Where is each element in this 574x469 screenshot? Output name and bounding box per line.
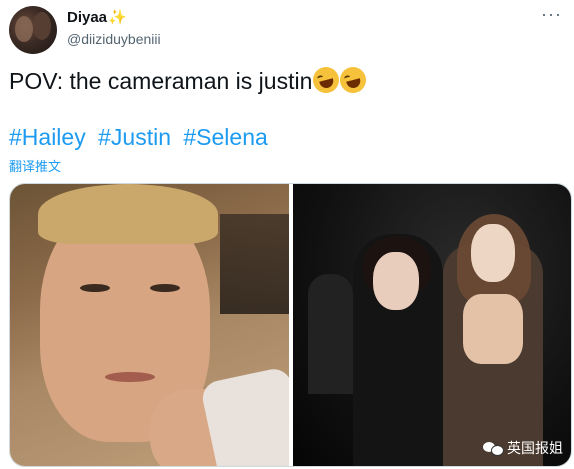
hashtag-justin[interactable]: #Justin — [98, 124, 171, 150]
hashtag-list: #Hailey #Justin #Selena — [9, 124, 274, 151]
phone-shape — [199, 365, 289, 466]
photo-shape — [308, 274, 353, 394]
avatar-shape — [33, 12, 51, 40]
author-handle[interactable]: @diiziduybeniii — [67, 31, 161, 47]
watermark-text: 英国报姐 — [507, 440, 563, 456]
tweet-text: POV: the cameraman is justin — [9, 64, 370, 96]
media-grid: 英国报姐 — [9, 183, 572, 467]
laughing-emoji-icon — [310, 64, 343, 96]
photo-shape — [105, 372, 155, 382]
avatar[interactable] — [9, 6, 57, 54]
photo-shape — [150, 284, 180, 292]
photo-shape — [373, 252, 419, 310]
hashtag-hailey[interactable]: #Hailey — [9, 124, 86, 150]
translate-tweet-link[interactable]: 翻译推文 — [9, 156, 61, 175]
hashtag-selena[interactable]: #Selena — [183, 124, 267, 150]
laughing-emoji-icon — [337, 64, 370, 96]
wechat-icon — [483, 441, 504, 456]
more-options-button[interactable]: ··· — [541, 4, 562, 25]
tweet-body: POV: the cameraman is justin — [9, 68, 313, 94]
author-name[interactable]: Diyaa✨ — [67, 8, 127, 26]
photo-right[interactable]: 英国报姐 — [293, 184, 571, 466]
photo-shape — [463, 294, 523, 364]
avatar-shape — [15, 16, 33, 42]
photo-shape — [80, 284, 110, 292]
sparkle-icon: ✨ — [108, 9, 127, 26]
photo-left[interactable] — [10, 184, 289, 466]
display-name[interactable]: Diyaa — [67, 9, 107, 26]
photo-shape — [471, 224, 515, 282]
photo-shape — [38, 184, 218, 244]
photo-shape — [220, 214, 289, 314]
watermark: 英国报姐 — [483, 438, 563, 458]
